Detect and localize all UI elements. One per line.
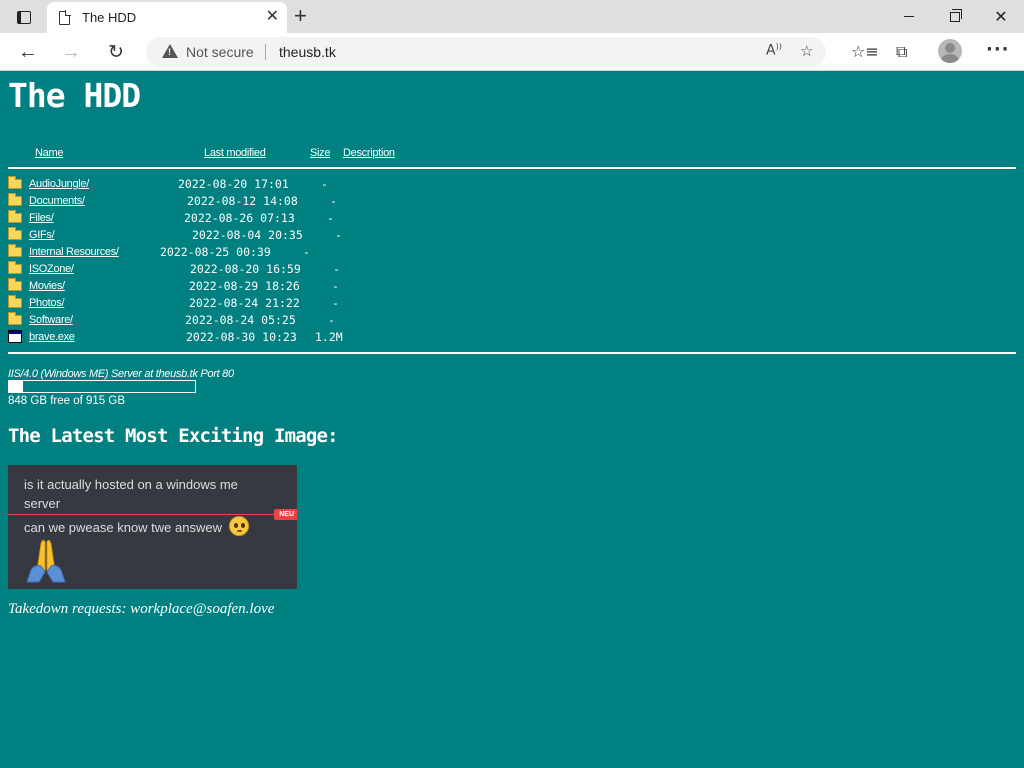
profile-avatar-icon[interactable]: [938, 39, 962, 63]
entry-size: -: [321, 177, 328, 191]
close-tab-icon[interactable]: ✕: [266, 9, 279, 25]
close-window-button[interactable]: ✕: [978, 0, 1024, 33]
tab-bar: The HDD ✕ + ✕: [0, 0, 1024, 33]
restore-button[interactable]: [932, 0, 978, 33]
entry-link[interactable]: Documents/: [29, 195, 85, 207]
chat-message-2: can we pwease know twe answew: [24, 520, 222, 535]
pleading-face-emoji-icon: [229, 516, 249, 536]
window-controls: ✕: [886, 0, 1024, 33]
back-arrow-icon: ←: [18, 40, 38, 63]
address-separator: [265, 44, 266, 60]
folder-icon: [8, 176, 22, 189]
takedown-notice: Takedown requests: workplace@soafen.love: [8, 601, 275, 617]
folded-hands-emoji-icon: [26, 539, 66, 583]
entry-link[interactable]: Photos/: [29, 297, 65, 309]
close-icon: ✕: [994, 8, 1008, 26]
latest-image-heading: The Latest Most Exciting Image:: [8, 425, 339, 447]
page-content: The HDD Name Last modified Size Descript…: [0, 72, 1024, 768]
entry-size: 1.2M: [315, 330, 343, 344]
new-badge: NEU: [274, 509, 297, 520]
entry-size: -: [327, 211, 334, 225]
new-tab-button[interactable]: +: [294, 4, 307, 28]
divider-top: [8, 167, 1016, 169]
back-button[interactable]: ←: [14, 38, 42, 66]
entry-link[interactable]: Movies/: [29, 280, 65, 292]
divider-bottom: [8, 352, 1016, 354]
entry-size: -: [335, 228, 342, 242]
entry-link[interactable]: Software/: [29, 314, 73, 326]
entry-link[interactable]: AudioJungle/: [29, 178, 89, 190]
entry-date: 2022-08-04 20:35: [192, 228, 303, 242]
read-aloud-icon[interactable]: A)): [766, 42, 782, 59]
tab-actions-icon: [17, 10, 31, 24]
security-label[interactable]: Not secure: [186, 44, 254, 60]
latest-image: is it actually hosted on a windows me se…: [8, 465, 297, 589]
more-options-icon[interactable]: ···: [986, 39, 1010, 60]
disk-usage-bar: [8, 380, 196, 393]
disk-usage-fill: [9, 381, 23, 392]
folder-icon: [8, 193, 22, 206]
entry-size: -: [330, 194, 337, 208]
column-header-description[interactable]: Description: [343, 147, 395, 159]
entry-size: -: [303, 245, 310, 259]
minimize-icon: [904, 16, 914, 17]
browser-toolbar: ← → ↻ Not secure theusb.tk A)) ☆ ☆≡ ⧉ ··…: [0, 33, 1024, 71]
entry-date: 2022-08-30 10:23: [186, 330, 297, 344]
tab-the-hdd[interactable]: The HDD ✕: [47, 2, 287, 33]
server-signature: IIS/4.0 (Windows ME) Server at theusb.tk…: [8, 368, 234, 380]
entry-size: -: [333, 262, 340, 276]
folder-icon: [8, 261, 22, 274]
entry-date: 2022-08-24 05:25: [185, 313, 296, 327]
forward-button[interactable]: →: [57, 38, 85, 66]
column-header-size[interactable]: Size: [310, 147, 331, 159]
warning-icon[interactable]: [162, 44, 178, 58]
address-bar[interactable]: Not secure theusb.tk A)) ☆: [146, 37, 826, 67]
entry-date: 2022-08-12 14:08: [187, 194, 298, 208]
entry-date: 2022-08-29 18:26: [189, 279, 300, 293]
chat-message-1: is it actually hosted on a windows me se…: [24, 477, 238, 511]
folder-icon: [8, 295, 22, 308]
executable-file-icon: [8, 330, 22, 343]
new-messages-line: [8, 514, 280, 515]
column-header-last-modified[interactable]: Last modified: [204, 147, 266, 159]
minimize-button[interactable]: [886, 0, 932, 33]
favorites-icon[interactable]: ☆≡: [851, 42, 879, 61]
page-icon: [59, 9, 71, 25]
restore-icon: [950, 8, 962, 22]
reload-button[interactable]: ↻: [102, 38, 130, 66]
entry-link[interactable]: Internal Resources/: [29, 246, 119, 258]
entry-size: -: [328, 313, 335, 327]
forward-arrow-icon: →: [61, 40, 81, 63]
tab-title: The HDD: [82, 10, 137, 25]
entry-link[interactable]: ISOZone/: [29, 263, 74, 275]
reload-icon: ↻: [108, 41, 124, 63]
entry-size: -: [332, 279, 339, 293]
entry-size: -: [332, 296, 339, 310]
add-favorite-icon[interactable]: ☆: [800, 42, 813, 60]
collections-icon[interactable]: ⧉: [896, 42, 907, 62]
entry-date: 2022-08-26 07:13: [184, 211, 295, 225]
entry-link[interactable]: Files/: [29, 212, 54, 224]
entry-date: 2022-08-24 21:22: [189, 296, 300, 310]
disk-usage-label: 848 GB free of 915 GB: [8, 395, 125, 407]
entry-link[interactable]: brave.exe: [29, 331, 75, 343]
tab-actions-button[interactable]: [8, 6, 40, 28]
folder-icon: [8, 244, 22, 257]
folder-icon: [8, 210, 22, 223]
column-header-name[interactable]: Name: [35, 147, 63, 159]
entry-date: 2022-08-20 16:59: [190, 262, 301, 276]
folder-icon: [8, 227, 22, 240]
folder-icon: [8, 278, 22, 291]
entry-date: 2022-08-25 00:39: [160, 245, 271, 259]
page-title: The HDD: [8, 76, 141, 115]
url-text[interactable]: theusb.tk: [279, 44, 336, 60]
entry-date: 2022-08-20 17:01: [178, 177, 289, 191]
entry-link[interactable]: GIFs/: [29, 229, 55, 241]
folder-icon: [8, 312, 22, 325]
